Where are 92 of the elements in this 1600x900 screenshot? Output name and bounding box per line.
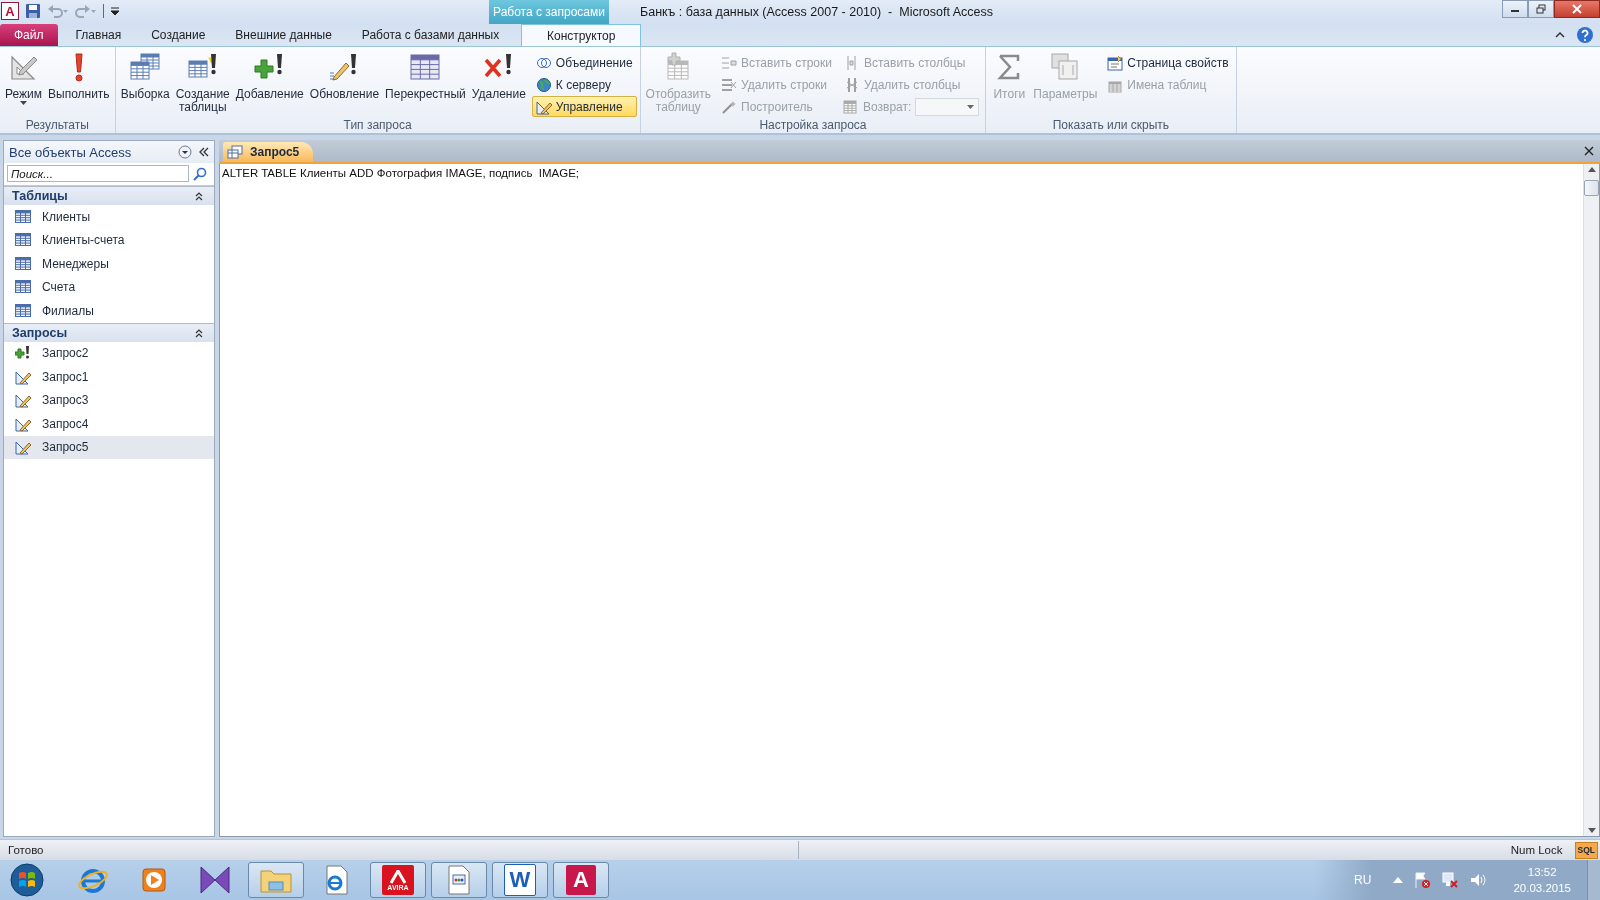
caret-icon (20, 101, 27, 105)
ribbon-button[interactable]: Обновление (307, 49, 382, 104)
taskbar-button[interactable] (248, 862, 304, 898)
group-label: Тип запроса (342, 117, 413, 133)
search-field[interactable]: Поиск... (7, 165, 189, 182)
bowtie-icon (199, 865, 231, 895)
taskbar-button[interactable]: A (553, 862, 609, 898)
taskbar-button[interactable]: W (492, 862, 548, 898)
ribbon-button[interactable]: Режим (3, 49, 44, 108)
word-processor-icon: W (504, 864, 536, 896)
table-icon (15, 279, 31, 296)
restore-button[interactable] (1528, 0, 1554, 18)
close-icon[interactable] (1584, 146, 1594, 156)
group-label: Показать или скрыть (1051, 117, 1171, 133)
caret-icon (967, 104, 975, 109)
return-label: Возврат: (863, 99, 912, 114)
navigation-item[interactable]: Запрос4 (4, 412, 214, 436)
set-square-pencil-icon (15, 439, 31, 456)
num-lock-indicator: Num Lock (1509, 844, 1564, 856)
ribbon-button[interactable]: Перекрестный (383, 49, 468, 104)
ribbon-tab[interactable]: Создание (137, 24, 220, 46)
collapse-pane-icon[interactable] (198, 146, 210, 158)
table-icon (15, 255, 31, 272)
network-icon[interactable] (1441, 871, 1460, 889)
minimize-button[interactable] (1502, 0, 1528, 18)
globe-icon (535, 76, 552, 93)
ribbon-button[interactable]: Страница свойств (1103, 52, 1233, 73)
ribbon-tab[interactable]: Конструктор (521, 24, 642, 46)
start-button[interactable] (10, 863, 44, 897)
ribbon-tab[interactable]: Работа с базами данных (347, 24, 514, 46)
document-tab[interactable]: Запрос5 (223, 142, 314, 162)
query-icon (227, 145, 243, 159)
scroll-down-icon[interactable] (1587, 828, 1596, 833)
ribbon-tab[interactable]: Внешние данные (221, 24, 346, 46)
status-text: Готово (7, 844, 45, 856)
table-icon (15, 302, 31, 319)
sql-text[interactable]: ALTER TABLE Клиенты ADD Фотография IMAGE, подпись IMAGE; (220, 164, 1583, 182)
dropdown-circle-icon[interactable] (178, 145, 192, 159)
grid-icon (409, 52, 442, 82)
navigation-item[interactable]: Филиалы (4, 299, 214, 323)
document-icon (446, 864, 472, 896)
ribbon-tab[interactable]: Главная (61, 24, 136, 46)
group-label: Результаты (24, 117, 90, 133)
browser-document-icon (323, 864, 351, 896)
ribbon-button[interactable]: Объединение (531, 52, 637, 73)
section-header[interactable]: Таблицы (4, 186, 214, 205)
navigation-item[interactable]: Запрос1 (4, 365, 214, 389)
database-icon: A (566, 865, 596, 895)
navigation-item[interactable]: Счета (4, 275, 214, 299)
navigation-item[interactable]: Клиенты-счета (4, 228, 214, 252)
ribbon-button[interactable]: Выполнить (46, 49, 112, 104)
scroll-up-icon[interactable] (1587, 167, 1596, 172)
close-button[interactable] (1554, 0, 1600, 18)
property-sheet-icon (1107, 54, 1124, 71)
ribbon-button[interactable]: Удаление (469, 49, 528, 104)
taskbar-button[interactable] (431, 862, 487, 898)
close-icon (1572, 4, 1582, 14)
navigation-item[interactable]: Запрос5 (4, 435, 214, 459)
set-square-pencil-icon (15, 392, 31, 409)
section-header[interactable]: Запросы (4, 322, 214, 342)
ribbon-button[interactable]: Создание таблицы (173, 49, 232, 117)
ribbon-button[interactable]: Добавление (233, 49, 306, 104)
navigation-item[interactable]: Клиенты (4, 205, 214, 229)
contextual-tab-label: Работа с запросами (489, 0, 609, 24)
ribbon-button[interactable]: Управление (531, 96, 637, 117)
delete-rows-icon (721, 76, 737, 93)
flag-icon[interactable] (1413, 871, 1432, 889)
exclamation-icon (73, 52, 84, 82)
ribbon-tab[interactable]: Файл (0, 24, 58, 46)
restore-icon (1536, 4, 1546, 14)
scroll-thumb[interactable] (1584, 180, 1599, 196)
ribbon-button[interactable]: Выборка (118, 49, 172, 104)
return-icon (843, 98, 859, 115)
navigation-item[interactable]: Запрос3 (4, 388, 214, 412)
view-button[interactable]: SQL (1574, 841, 1598, 859)
navigation-item[interactable]: Запрос2 (4, 341, 214, 365)
window-title: Банкъ : база данных (Access 2007 - 2010) - Microsoft Access (640, 4, 993, 21)
app-icon[interactable]: A (1, 2, 19, 20)
navigation-item[interactable]: Менеджеры (4, 252, 214, 276)
vertical-scrollbar[interactable] (1583, 164, 1599, 836)
save-icon[interactable] (25, 3, 41, 19)
ribbon-button[interactable]: К серверу (531, 74, 637, 95)
table-icon (15, 232, 31, 249)
tables-icon (129, 52, 162, 82)
group-label: Настройка запроса (758, 117, 868, 133)
delete-columns-icon (844, 76, 860, 93)
search-icon[interactable] (193, 166, 207, 181)
media-player-icon (139, 865, 169, 895)
plus-exclamation-icon (15, 345, 31, 362)
insert-rows-icon (721, 54, 737, 71)
help-icon[interactable] (1576, 26, 1594, 44)
table-icon (15, 208, 31, 225)
